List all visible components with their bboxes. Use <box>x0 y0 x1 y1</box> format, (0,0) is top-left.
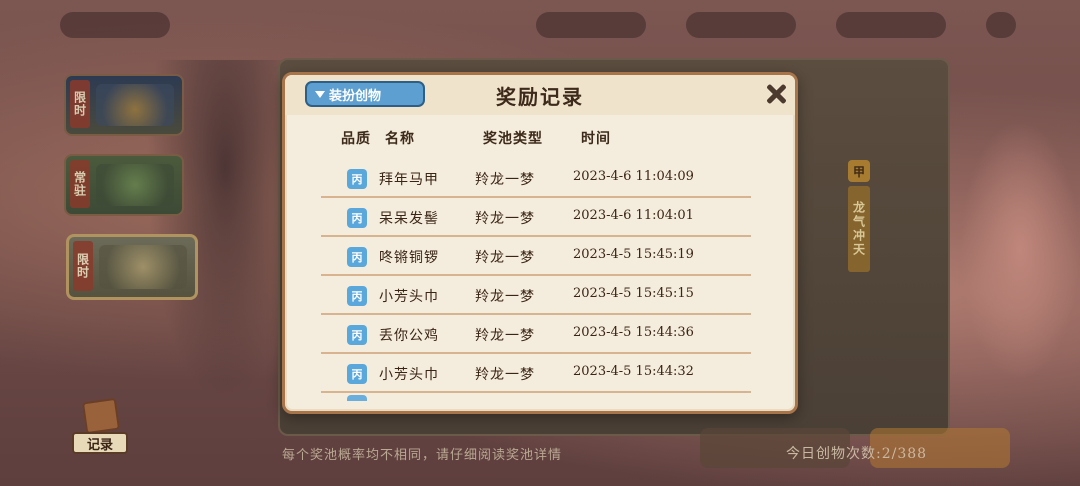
quality-badge-icon: 丙 <box>347 247 367 267</box>
item-name: 呆呆发髻 <box>379 211 439 227</box>
record-time: 2023-4-5 15:45:15 <box>573 286 694 301</box>
record-label: 记录 <box>72 432 128 454</box>
item-name: 小芳头巾 <box>379 367 439 383</box>
table-row: 丙 拜年马甲 羚龙一梦 2023-4-6 11:04:09 <box>321 159 751 198</box>
column-header-time: 时间 <box>581 131 611 147</box>
item-name: 小芳头巾 <box>379 289 439 305</box>
record-time: 2023-4-6 11:04:09 <box>573 169 694 184</box>
record-time: 2023-4-5 15:44:32 <box>573 364 694 379</box>
record-list[interactable]: 丙 拜年马甲 羚龙一梦 2023-4-6 11:04:09 丙 呆呆发髻 羚龙一… <box>321 159 751 401</box>
pool-type: 羚龙一梦 <box>475 328 535 344</box>
right-decoration <box>960 120 1080 380</box>
tab-artwork <box>96 164 174 206</box>
table-row-partial <box>321 393 751 401</box>
pool-probability-note: 每个奖池概率均不相同，请仔细阅读奖池详情 <box>282 448 563 463</box>
quality-badge-icon: 丙 <box>347 325 367 345</box>
table-row: 丙 丢你公鸡 羚龙一梦 2023-4-5 15:44:36 <box>321 315 751 354</box>
tab-artwork <box>96 84 174 126</box>
reward-record-dialog: 装扮创物 奖励记录 品质 名称 奖池类型 时间 丙 拜年马甲 羚龙一梦 2023… <box>282 72 798 414</box>
table-row: 丙 呆呆发髻 羚龙一梦 2023-4-6 11:04:01 <box>321 198 751 237</box>
close-icon[interactable] <box>763 81 789 107</box>
record-time: 2023-4-5 15:45:19 <box>573 247 694 262</box>
sidebar-tab-limited-dragon[interactable]: 限时 <box>66 234 198 300</box>
item-name: 咚锵铜锣 <box>379 250 439 266</box>
pool-type: 羚龙一梦 <box>475 367 535 383</box>
top-bar-item <box>60 12 170 38</box>
top-bar-item <box>536 12 646 38</box>
record-time: 2023-4-6 11:04:01 <box>573 208 694 223</box>
quality-badge-icon: 丙 <box>347 364 367 384</box>
column-header-name: 名称 <box>385 131 415 147</box>
dialog-title: 奖励记录 <box>496 85 584 109</box>
record-time: 2023-4-5 15:44:36 <box>573 325 694 340</box>
record-button[interactable]: 记录 <box>72 397 130 456</box>
tab-badge: 限时 <box>70 80 90 128</box>
sidebar-tab-permanent[interactable]: 常驻 <box>64 154 184 216</box>
tab-artwork <box>99 245 187 289</box>
item-name: 丢你公鸡 <box>379 328 439 344</box>
top-bar-item <box>686 12 796 38</box>
top-bar-item <box>836 12 946 38</box>
pool-type: 羚龙一梦 <box>475 211 535 227</box>
rank-seal: 甲 <box>848 160 870 182</box>
scroll-icon <box>81 397 121 435</box>
item-name: 拜年马甲 <box>379 172 439 188</box>
top-bar-item <box>986 12 1016 38</box>
pool-type: 羚龙一梦 <box>475 172 535 188</box>
table-row: 丙 咚锵铜锣 羚龙一梦 2023-4-5 15:45:19 <box>321 237 751 276</box>
table-row: 丙 小芳头巾 羚龙一梦 2023-4-5 15:44:32 <box>321 354 751 393</box>
sidebar-tab-limited[interactable]: 限时 <box>64 74 184 136</box>
quality-badge-icon: 丙 <box>347 286 367 306</box>
daily-craft-count: 今日创物次数:2/388 <box>786 446 928 462</box>
tab-badge: 常驻 <box>70 160 90 208</box>
quality-badge-icon: 丙 <box>347 169 367 189</box>
quality-badge-icon <box>347 395 367 401</box>
column-header-quality: 品质 <box>341 131 371 147</box>
pool-type: 羚龙一梦 <box>475 289 535 305</box>
column-header-pool: 奖池类型 <box>483 131 543 147</box>
pool-type: 羚龙一梦 <box>475 250 535 266</box>
table-row: 丙 小芳头巾 羚龙一梦 2023-4-5 15:45:15 <box>321 276 751 315</box>
quality-badge-icon: 丙 <box>347 208 367 228</box>
tab-badge: 限时 <box>73 241 93 291</box>
event-banner: 龙气冲天 <box>848 186 870 272</box>
